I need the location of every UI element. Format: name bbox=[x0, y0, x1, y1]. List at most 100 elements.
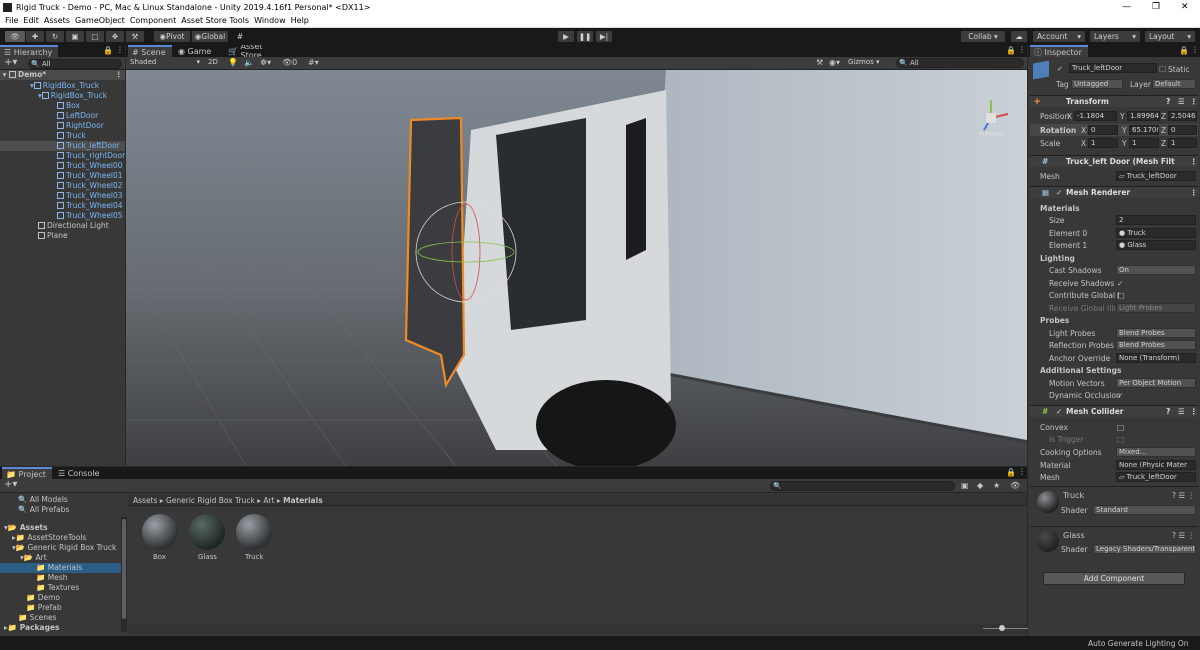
lighting-foldout[interactable]: Lighting bbox=[1040, 254, 1075, 263]
hierarchy-item[interactable]: Box bbox=[57, 101, 80, 111]
maximize-icon[interactable]: ❐ bbox=[1152, 2, 1160, 12]
component-menu-icon[interactable]: ⋮ bbox=[1190, 157, 1198, 166]
hierarchy-item[interactable]: Truck_Wheel00 bbox=[57, 161, 123, 171]
hierarchy-item[interactable]: Truck bbox=[57, 131, 86, 141]
project-lock-icon[interactable]: 🔒 bbox=[1006, 468, 1016, 477]
tab-console[interactable]: ☰ Console bbox=[54, 467, 102, 479]
material-icons[interactable]: ? ☰ ⋮ bbox=[1172, 491, 1195, 500]
meshrenderer-header[interactable]: ▦ ✓ Mesh Renderer ⋮ bbox=[1030, 186, 1198, 198]
tab-inspector[interactable]: ⓘ Inspector bbox=[1030, 45, 1088, 57]
folder-scenes[interactable]: 📁 Scenes bbox=[18, 613, 57, 623]
breadcrumb-materials[interactable]: Materials bbox=[283, 496, 323, 505]
create-plus-icon[interactable]: +▾ bbox=[4, 57, 17, 68]
meshcollider-enabled-checkbox[interactable]: ✓ bbox=[1056, 407, 1062, 416]
help-icon[interactable]: ? bbox=[1166, 407, 1170, 416]
tab-project[interactable]: 📁 Project bbox=[2, 467, 52, 479]
folder-generic-rigid-box-truck[interactable]: ▾📂 Generic Rigid Box Truck bbox=[12, 543, 116, 553]
hierarchy-item[interactable]: Truck_Wheel04 bbox=[57, 201, 123, 211]
toggle-2d-button[interactable]: 2D bbox=[206, 58, 222, 68]
folder-assetstoretools[interactable]: ▸📁 AssetStoreTools bbox=[12, 533, 86, 543]
asset-thumb-truck[interactable] bbox=[236, 514, 272, 550]
lock-icon[interactable]: 🔒 bbox=[103, 46, 113, 55]
help-icon[interactable]: ? bbox=[1166, 97, 1170, 106]
tab-hierarchy[interactable]: ☰ Hierarchy bbox=[0, 45, 58, 57]
favorite-all-models[interactable]: 🔍 All Models bbox=[18, 495, 68, 505]
motion-vectors-dropdown[interactable]: Per Object Motion bbox=[1116, 378, 1196, 388]
menu-assets[interactable]: Assets bbox=[44, 16, 70, 25]
meshfilter-mesh-field[interactable]: ▱ Truck_leftDoor bbox=[1116, 171, 1196, 181]
materials-foldout[interactable]: Materials bbox=[1040, 204, 1080, 213]
hierarchy-item[interactable]: Truck_Wheel05 bbox=[57, 211, 123, 221]
receive-gi-dropdown[interactable]: Light Probes bbox=[1116, 303, 1196, 313]
anchor-override-field[interactable]: None (Transform) bbox=[1116, 353, 1196, 363]
folder-art[interactable]: ▾📂 Art bbox=[20, 553, 47, 563]
cloud-icon[interactable]: ☁ bbox=[1010, 30, 1028, 43]
lighting-toggle-icon[interactable]: 💡 bbox=[228, 58, 238, 67]
menu-gameobject[interactable]: GameObject bbox=[75, 16, 125, 25]
material-icons[interactable]: ? ☰ ⋮ bbox=[1172, 531, 1195, 540]
project-create-icon[interactable]: +▾ bbox=[4, 479, 17, 490]
search-by-label-icon[interactable]: ◆ bbox=[977, 481, 983, 490]
hierarchy-item-selected[interactable]: Truck_leftDoor bbox=[0, 141, 125, 151]
close-icon[interactable]: ✕ bbox=[1181, 2, 1189, 12]
menu-asset-store-tools[interactable]: Asset Store Tools bbox=[181, 16, 249, 25]
meshrenderer-enabled-checkbox[interactable]: ✓ bbox=[1056, 188, 1062, 197]
preset-icon[interactable]: ☰ bbox=[1178, 97, 1185, 106]
tab-game[interactable]: ◉ Game bbox=[174, 45, 216, 57]
asset-thumb-glass[interactable] bbox=[189, 514, 225, 550]
thumbnail-size-slider[interactable] bbox=[983, 628, 1028, 629]
add-component-button[interactable]: Add Component bbox=[1043, 572, 1185, 585]
hierarchy-item[interactable]: Truck_Wheel03 bbox=[57, 191, 123, 201]
menu-window[interactable]: Window bbox=[254, 16, 286, 25]
layout-dropdown[interactable]: Layout ▾ bbox=[1144, 30, 1196, 43]
material-glass-shader-dropdown[interactable]: Legacy Shaders/Transparent bbox=[1093, 544, 1196, 554]
folder-assets[interactable]: ▾📂 Assets bbox=[4, 523, 48, 533]
scene-root-row[interactable]: ▾ Demo* ⋮ bbox=[0, 70, 125, 80]
hidden-packages-icon[interactable]: 👁 bbox=[1010, 481, 1020, 490]
menu-component[interactable]: Component bbox=[130, 16, 176, 25]
favorite-all-prefabs[interactable]: 🔍 All Prefabs bbox=[18, 505, 69, 515]
material-glass-preview[interactable] bbox=[1037, 530, 1059, 552]
element0-field[interactable]: ● Truck bbox=[1116, 228, 1196, 238]
contribute-gi-checkbox[interactable]: □ bbox=[1117, 291, 1124, 300]
folder-prefab[interactable]: 📁 Prefab bbox=[26, 603, 62, 613]
dynamic-occlusion-checkbox[interactable]: ✓ bbox=[1117, 391, 1123, 400]
breadcrumb-art[interactable]: Art bbox=[263, 496, 274, 505]
folder-textures[interactable]: 📁 Textures bbox=[36, 583, 79, 593]
transform-header[interactable]: ✚ Transform? ☰ ⋮ bbox=[1030, 95, 1198, 107]
play-button[interactable]: ▶ bbox=[557, 30, 575, 43]
menu-edit[interactable]: Edit bbox=[23, 16, 39, 25]
inspector-lock-icon[interactable]: 🔒 bbox=[1179, 46, 1189, 55]
folder-tree-scrollbar[interactable] bbox=[121, 517, 127, 632]
hierarchy-item[interactable]: ▾ RigidBox_Truck bbox=[30, 81, 99, 91]
rotation-y-field[interactable]: 65.1700 bbox=[1129, 125, 1159, 135]
thumbnail-size-handle[interactable] bbox=[999, 625, 1005, 631]
panel-menu-icon[interactable]: ⋮ bbox=[116, 45, 124, 54]
meshfilter-header[interactable]: # Truck_left Door (Mesh Filt ⋮ bbox=[1030, 155, 1198, 167]
scene-menu-icon[interactable]: ⋮ bbox=[1018, 45, 1026, 54]
scale-x-field[interactable]: 1 bbox=[1088, 138, 1118, 148]
position-z-field[interactable]: 2.50464 bbox=[1168, 111, 1197, 121]
account-dropdown[interactable]: Account ▾ bbox=[1032, 30, 1086, 43]
menu-file[interactable]: File bbox=[5, 16, 18, 25]
layers-dropdown[interactable]: Layers ▾ bbox=[1089, 30, 1141, 43]
materials-size-field[interactable]: 2 bbox=[1116, 215, 1196, 225]
search-by-type-icon[interactable]: ▣ bbox=[961, 481, 969, 490]
camera-icon[interactable]: ◉▾ bbox=[829, 58, 840, 67]
hierarchy-item[interactable]: LeftDoor bbox=[57, 111, 98, 121]
rotation-z-field[interactable]: 0 bbox=[1168, 125, 1197, 135]
convex-checkbox[interactable]: □ bbox=[1117, 423, 1124, 432]
scale-y-field[interactable]: 1 bbox=[1129, 138, 1159, 148]
collab-dropdown[interactable]: Collab ▾ bbox=[960, 30, 1006, 43]
tools-icon[interactable]: ⚒ bbox=[816, 58, 823, 67]
hierarchy-search-input[interactable]: 🔍 All bbox=[28, 59, 122, 69]
folder-mesh[interactable]: 📁 Mesh bbox=[36, 573, 67, 583]
receive-shadows-checkbox[interactable]: ✓ bbox=[1117, 279, 1123, 288]
favorite-icon[interactable]: ★ bbox=[993, 481, 1000, 490]
preset-icon[interactable]: ☰ bbox=[1178, 407, 1185, 416]
probes-foldout[interactable]: Probes bbox=[1040, 316, 1069, 325]
scene-search-input[interactable]: 🔍 All bbox=[896, 58, 1024, 68]
hierarchy-item[interactable]: Truck_Wheel01 bbox=[57, 171, 123, 181]
transform-tool-icon[interactable]: ✥ bbox=[105, 30, 125, 43]
project-search-input[interactable]: 🔍 bbox=[770, 481, 955, 491]
